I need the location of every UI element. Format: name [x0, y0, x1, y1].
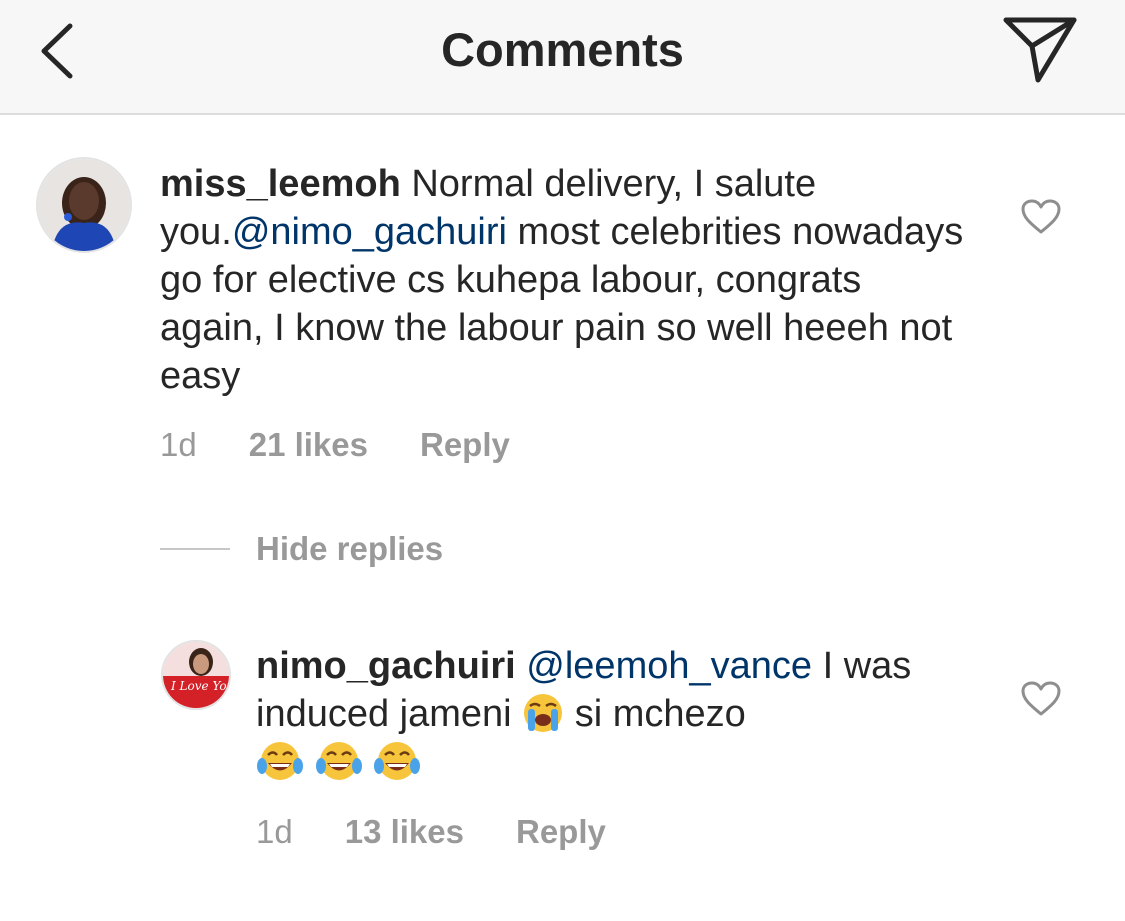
- reply-mention-link[interactable]: @leemoh_vance: [526, 645, 812, 687]
- heart-icon: [1021, 199, 1061, 234]
- avatar-text: I Love You: [170, 679, 229, 693]
- avatar-photo: I Love You: [163, 642, 229, 708]
- paper-plane-icon: [1003, 17, 1077, 83]
- comment-likes[interactable]: 21 likes: [249, 426, 368, 464]
- loudly-crying-face-icon: [524, 694, 563, 732]
- comment-time: 1d: [160, 426, 197, 463]
- comment-meta: 1d 21 likes Reply: [160, 426, 510, 464]
- share-button[interactable]: [998, 10, 1082, 86]
- reply-meta: 1d 13 likes Reply: [256, 813, 606, 851]
- comment-username[interactable]: miss_leemoh: [160, 163, 401, 205]
- reply-username[interactable]: nimo_gachuiri: [256, 645, 516, 687]
- divider-line: [160, 548, 230, 550]
- reply-body-end: si mchezo: [564, 693, 746, 735]
- reply-avatar[interactable]: I Love You: [161, 640, 231, 710]
- face-with-tears-of-joy-icon: [257, 742, 303, 780]
- page-title: Comments: [441, 23, 684, 76]
- comment-mention-link[interactable]: @nimo_gachuiri: [232, 211, 507, 253]
- heart-icon: [1021, 681, 1061, 716]
- emoji-row: [256, 741, 421, 783]
- hide-replies-label: Hide replies: [256, 530, 444, 567]
- face-with-tears-of-joy-icon: [374, 742, 421, 780]
- like-button[interactable]: [1020, 198, 1062, 236]
- reply-likes[interactable]: 13 likes: [345, 813, 464, 851]
- reply-like-button[interactable]: [1020, 680, 1062, 718]
- avatar-photo: [38, 159, 130, 251]
- hide-replies-toggle[interactable]: Hide replies: [160, 530, 443, 568]
- comment-reply-button[interactable]: Reply: [420, 426, 510, 464]
- face-with-tears-of-joy-icon: [315, 742, 362, 780]
- reply-time: 1d: [256, 813, 293, 850]
- reply-reply-button[interactable]: Reply: [516, 813, 606, 851]
- avatar[interactable]: [36, 157, 132, 253]
- comment-text: miss_leemoh Normal delivery, I salute yo…: [160, 160, 970, 400]
- reply-text: nimo_gachuiri @leemoh_vance I was induce…: [256, 642, 956, 786]
- header-bar: Comments: [0, 0, 1125, 115]
